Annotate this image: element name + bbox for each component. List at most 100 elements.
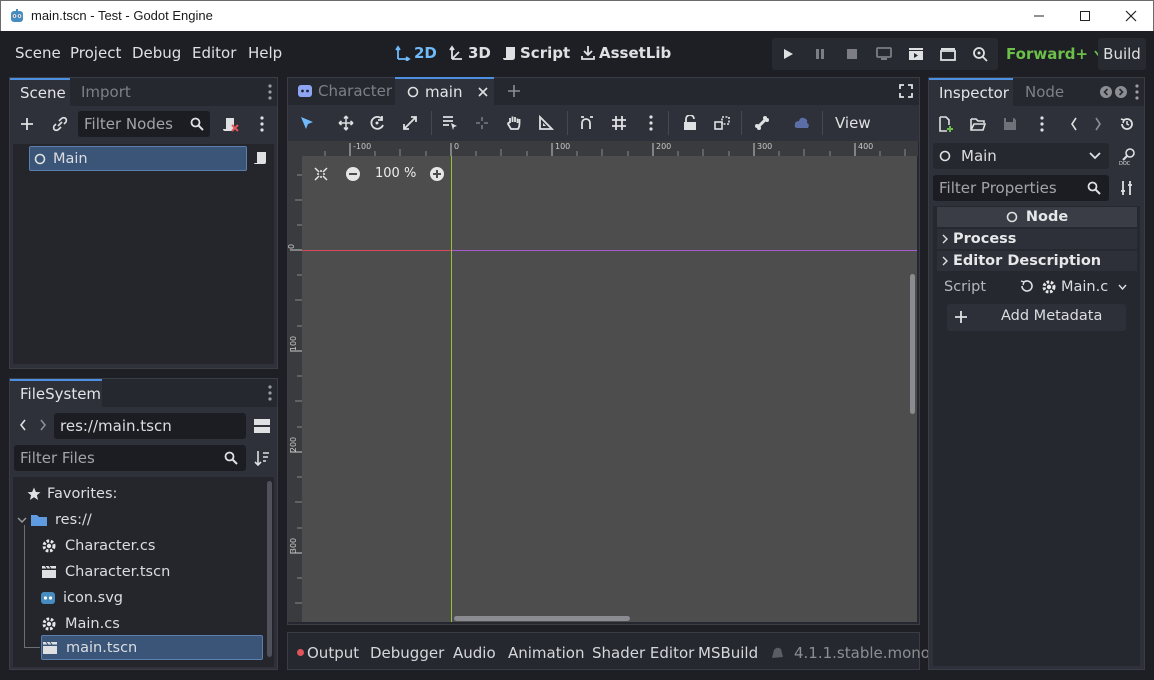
dock-move-left-button[interactable]	[1099, 85, 1113, 99]
bottom-tab-shader-editor[interactable]: Shader Editor	[592, 644, 694, 662]
file-row[interactable]: icon.svg	[41, 585, 123, 611]
movie-maker-button[interactable]	[964, 38, 996, 70]
viewport-h-scrollbar[interactable]	[454, 616, 630, 621]
move-mode-button[interactable]	[337, 114, 355, 132]
revert-icon[interactable]	[1019, 279, 1033, 293]
filter-properties-input[interactable]: Filter Properties	[933, 175, 1109, 201]
particles-button[interactable]	[793, 114, 811, 132]
rotate-mode-button[interactable]	[369, 114, 387, 132]
menu-project[interactable]: Project	[70, 44, 121, 62]
file-row[interactable]: Character.tscn	[41, 559, 170, 585]
tab-filesystem[interactable]: FileSystem	[10, 379, 102, 407]
open-documentation-button[interactable]: DOC	[1117, 146, 1139, 166]
history-back-button[interactable]	[1067, 115, 1081, 133]
object-selector[interactable]: Main	[933, 143, 1109, 169]
grid-snap-button[interactable]	[610, 114, 628, 132]
tab-node[interactable]: Node	[1015, 78, 1074, 106]
viewport-v-scrollbar[interactable]	[910, 274, 915, 414]
section-editor-description[interactable]: Editor Description	[937, 251, 1137, 271]
scene-tree-menu-button[interactable]	[254, 113, 270, 135]
scale-mode-button[interactable]	[401, 114, 419, 132]
close-icon[interactable]	[478, 87, 489, 97]
maximize-button[interactable]	[1062, 1, 1108, 31]
new-resource-button[interactable]	[937, 115, 955, 133]
folder-res-row[interactable]: res://	[17, 507, 92, 533]
filter-nodes-input[interactable]: Filter Nodes	[78, 111, 210, 137]
ruler-mode-button[interactable]	[537, 114, 555, 132]
file-row[interactable]: Character.cs	[41, 533, 155, 559]
play-button[interactable]	[772, 38, 804, 70]
distraction-free-button[interactable]	[896, 82, 916, 100]
inspector-dock-menu-button[interactable]	[1131, 82, 1143, 102]
toggle-split-button[interactable]	[252, 415, 272, 437]
workspace-assetlib-button[interactable]: AssetLib	[580, 44, 671, 62]
pivot-mode-button[interactable]	[473, 114, 491, 132]
bottom-tab-output[interactable]: Output	[307, 644, 359, 662]
add-node-button[interactable]	[17, 114, 37, 134]
snap-options-button[interactable]	[642, 114, 660, 132]
stop-button[interactable]	[836, 38, 868, 70]
menu-help[interactable]: Help	[248, 44, 282, 62]
bottom-tab-audio[interactable]: Audio	[453, 644, 496, 662]
filter-files-input[interactable]: Filter Files	[14, 445, 246, 471]
renderer-selector[interactable]: Forward+	[1006, 45, 1104, 63]
section-process[interactable]: Process	[937, 229, 1137, 249]
favorites-row[interactable]: Favorites:	[27, 481, 117, 507]
tab-scene[interactable]: Scene	[10, 78, 70, 106]
instantiate-scene-button[interactable]	[50, 114, 70, 134]
script-resource-picker[interactable]: Main.c	[1041, 275, 1131, 299]
sort-files-button[interactable]	[252, 447, 272, 469]
zoom-reset-button[interactable]: 100 %	[375, 166, 416, 181]
add-metadata-button[interactable]: Add Metadata	[947, 304, 1126, 331]
remote-debug-button[interactable]	[868, 38, 900, 70]
save-resource-button[interactable]	[1001, 115, 1019, 133]
history-back-button[interactable]	[16, 415, 30, 435]
property-options-button[interactable]	[1118, 178, 1136, 198]
pan-mode-button[interactable]	[505, 114, 523, 132]
workspace-script-button[interactable]: Script	[503, 44, 570, 62]
scene-tree-node-main[interactable]: Main	[29, 146, 247, 171]
zoom-out-button[interactable]	[344, 165, 362, 183]
bottom-tab-animation[interactable]: Animation	[508, 644, 584, 662]
minimize-button[interactable]	[1016, 1, 1062, 31]
file-row[interactable]: Main.cs	[41, 611, 120, 637]
select-mode-button[interactable]	[298, 114, 316, 132]
open-script-button[interactable]	[252, 149, 270, 167]
workspace-3d-button[interactable]: 3D	[449, 44, 491, 62]
file-tree-scrollbar[interactable]	[267, 481, 272, 657]
menu-editor[interactable]: Editor	[192, 44, 236, 62]
dock-move-right-button[interactable]	[1114, 85, 1128, 99]
tab-import[interactable]: Import	[71, 78, 141, 106]
skeleton-button[interactable]	[753, 114, 771, 132]
zoom-in-button[interactable]	[428, 165, 446, 183]
detach-script-button[interactable]	[220, 113, 242, 135]
tab-main[interactable]: main	[395, 77, 494, 105]
pause-button[interactable]	[804, 38, 836, 70]
smart-snap-button[interactable]	[578, 114, 596, 132]
scene-dock-menu-button[interactable]	[262, 82, 278, 102]
history-forward-button[interactable]	[1091, 115, 1105, 133]
workspace-2d-button[interactable]: 2D	[395, 44, 437, 62]
menu-scene[interactable]: Scene	[15, 44, 61, 62]
new-scene-tab-button[interactable]	[505, 82, 523, 100]
file-row-selected[interactable]: main.tscn	[41, 635, 263, 660]
center-view-button[interactable]	[312, 165, 330, 183]
tab-character[interactable]: Character	[288, 77, 394, 105]
filesystem-menu-button[interactable]	[262, 383, 278, 403]
history-list-button[interactable]	[1118, 115, 1136, 133]
version-label[interactable]: 4.1.1.stable.mono	[794, 644, 930, 662]
history-forward-button[interactable]	[36, 415, 50, 435]
close-button[interactable]	[1108, 1, 1154, 31]
play-scene-button[interactable]	[900, 38, 932, 70]
group-button[interactable]	[713, 114, 731, 132]
build-button[interactable]: Build	[1098, 38, 1146, 70]
path-input[interactable]: res://main.tscn	[54, 413, 246, 439]
bottom-tab-msbuild[interactable]: MSBuild	[698, 644, 758, 662]
menu-debug[interactable]: Debug	[132, 44, 181, 62]
load-resource-button[interactable]	[969, 115, 987, 133]
view-menu-button[interactable]: View	[835, 114, 871, 132]
list-select-button[interactable]	[441, 114, 459, 132]
play-custom-scene-button[interactable]	[932, 38, 964, 70]
viewport-canvas[interactable]: 100 %	[302, 156, 917, 622]
lock-button[interactable]	[681, 114, 699, 132]
